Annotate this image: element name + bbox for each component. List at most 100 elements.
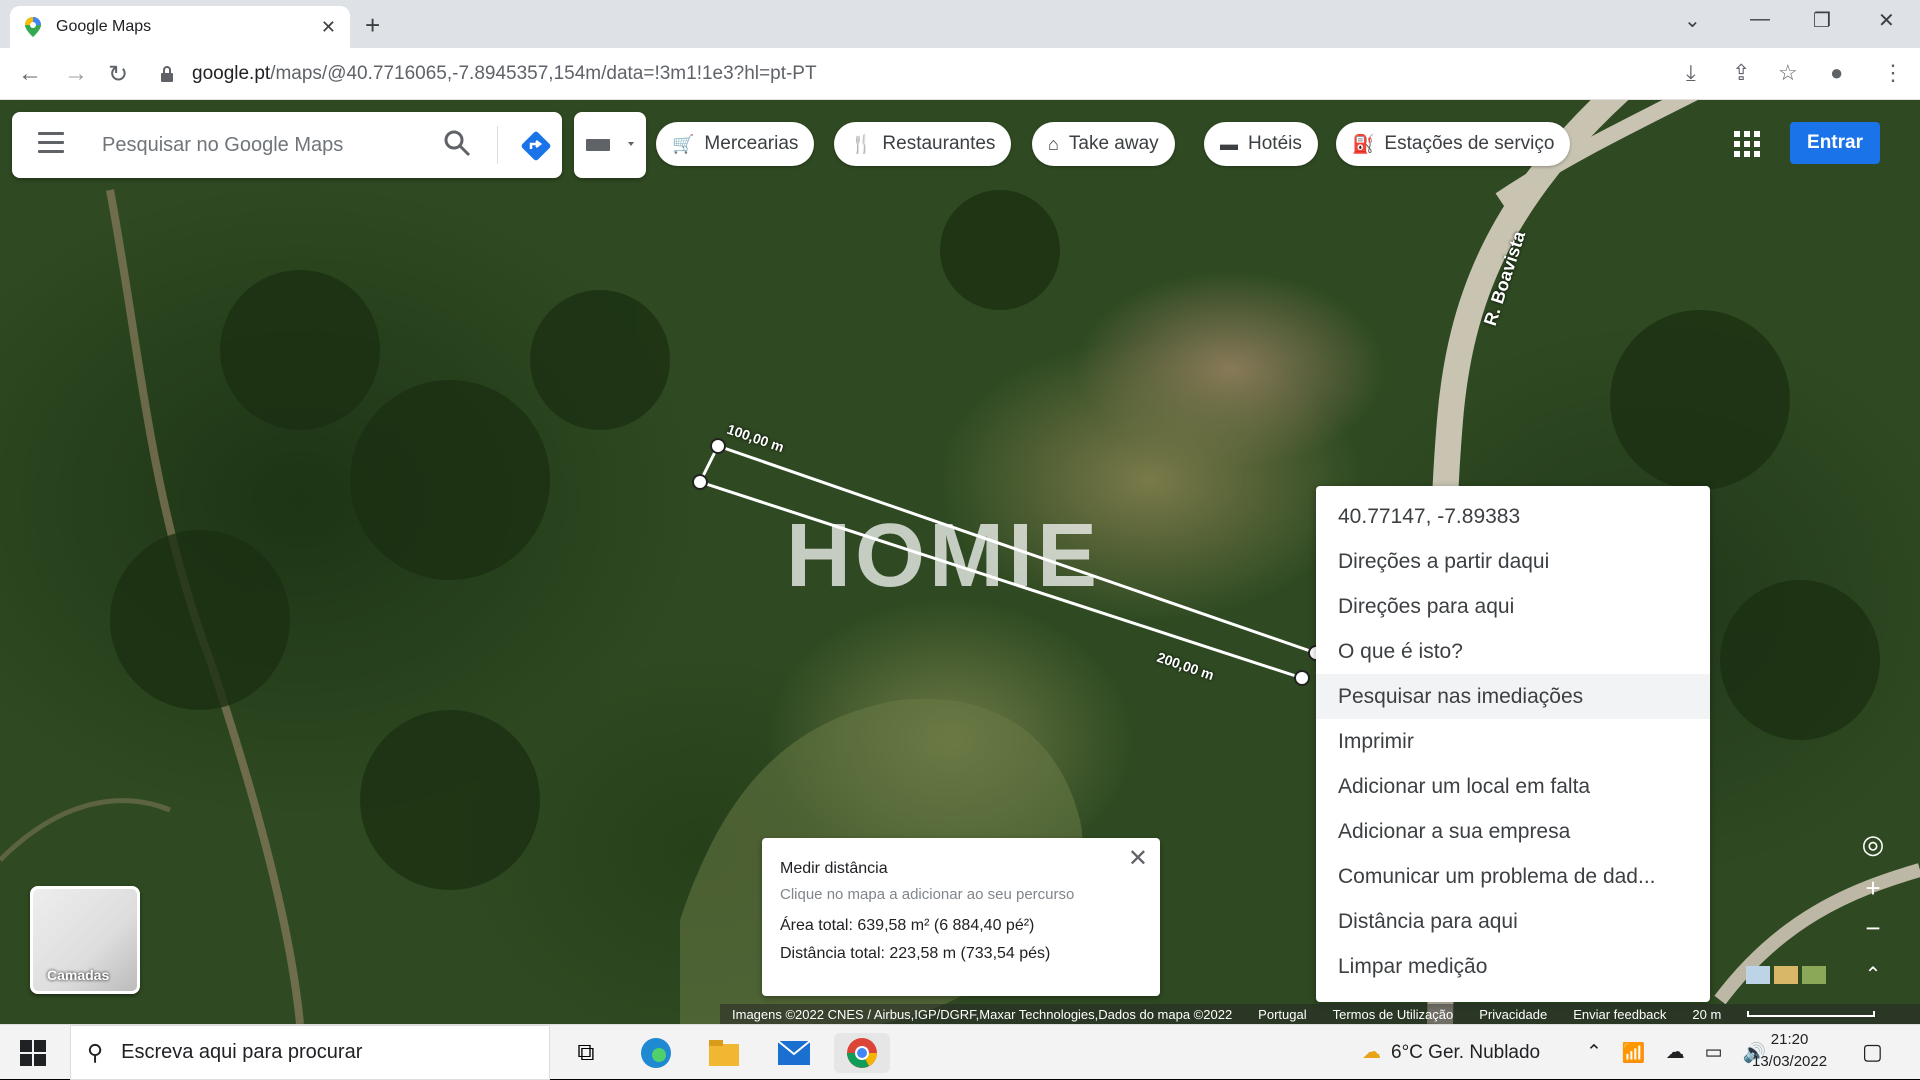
sign-in-button[interactable]: Entrar bbox=[1790, 122, 1880, 164]
layers-label: Camadas bbox=[47, 967, 110, 983]
chip-estacoes-de-servico[interactable]: ⛽ Estações de serviço bbox=[1336, 122, 1571, 166]
keyboard-icon bbox=[586, 139, 634, 151]
cutlery-icon: 🍴 bbox=[850, 133, 873, 154]
measure-distance-panel: Medir distância Clique no mapa a adicion… bbox=[762, 838, 1160, 996]
lock-icon bbox=[161, 66, 173, 82]
expand-imagery-icon[interactable]: ⌃ bbox=[1851, 956, 1895, 992]
country-link[interactable]: Portugal bbox=[1258, 1007, 1306, 1022]
google-apps-icon[interactable] bbox=[1734, 131, 1760, 157]
context-item-directions-to[interactable]: Direções para aqui bbox=[1316, 584, 1710, 629]
share-icon[interactable]: ⇪ bbox=[1732, 60, 1750, 86]
browser-toolbar: ← → ↻ google.pt/maps/@40.7716065,-7.8945… bbox=[0, 48, 1920, 100]
forward-icon[interactable]: → bbox=[64, 60, 88, 88]
context-item-print[interactable]: Imprimir bbox=[1316, 719, 1710, 764]
maps-search-box: Pesquisar no Google Maps bbox=[12, 112, 562, 178]
imagery-attribution: Imagens ©2022 CNES / Airbus,IGP/DGRF,Max… bbox=[732, 1006, 1233, 1022]
context-item-search-nearby[interactable]: Pesquisar nas imediações bbox=[1316, 674, 1710, 719]
weather-cloud-icon: ☁ bbox=[1362, 1042, 1381, 1063]
browser-tab-bar: Google Maps ✕ + ⌄ — ❐ ✕ bbox=[0, 0, 1920, 48]
chip-label: Estações de serviço bbox=[1384, 133, 1555, 154]
new-tab-icon[interactable]: + bbox=[365, 10, 380, 41]
context-item-distance-to[interactable]: Distância para aqui bbox=[1316, 899, 1710, 944]
weather-widget[interactable]: ☁ 6°C Ger. Nublado bbox=[1362, 1025, 1540, 1080]
more-menu-icon[interactable]: ⋮ bbox=[1882, 60, 1904, 86]
wifi-icon[interactable]: 📶 bbox=[1622, 1041, 1646, 1065]
task-view-icon[interactable]: ⧉ bbox=[566, 1033, 606, 1073]
takeaway-bag-icon: ⌂ bbox=[1048, 133, 1059, 154]
input-tools-button[interactable] bbox=[574, 112, 646, 178]
search-icon[interactable] bbox=[442, 128, 472, 158]
bed-icon: ▬ bbox=[1220, 133, 1238, 154]
restore-icon[interactable]: ❐ bbox=[1813, 8, 1831, 33]
system-tray: ⌃ 📶 ☁ ▭ 🔊 bbox=[1586, 1025, 1766, 1080]
cart-icon: 🛒 bbox=[672, 133, 695, 154]
chip-label: Mercearias bbox=[704, 133, 799, 154]
close-icon[interactable]: ✕ bbox=[1128, 844, 1148, 873]
search-divider bbox=[497, 126, 498, 164]
browser-tab[interactable]: Google Maps ✕ bbox=[10, 6, 350, 48]
my-location-icon[interactable]: ◎ bbox=[1851, 826, 1895, 862]
measure-title: Medir distância bbox=[780, 860, 888, 877]
search-input[interactable]: Pesquisar no Google Maps bbox=[102, 134, 343, 157]
chip-label: Hotéis bbox=[1248, 133, 1302, 154]
imagery-thumbnails[interactable] bbox=[1744, 964, 1828, 986]
battery-icon[interactable]: ▭ bbox=[1705, 1041, 1723, 1064]
chip-take-away[interactable]: ⌂ Take away bbox=[1032, 122, 1175, 166]
context-item-report-problem[interactable]: Comunicar um problema de dad... bbox=[1316, 854, 1710, 899]
chip-label: Take away bbox=[1068, 133, 1159, 154]
scale-label[interactable]: 20 m bbox=[1692, 1007, 1721, 1022]
measure-total-area: Área total: 639,58 m² (6 884,40 pé²) bbox=[780, 917, 1035, 934]
context-item-what-is-this[interactable]: O que é isto? bbox=[1316, 629, 1710, 674]
edge-icon[interactable] bbox=[636, 1033, 676, 1073]
zoom-out-icon[interactable]: − bbox=[1851, 910, 1895, 946]
chevron-up-icon[interactable]: ⌃ bbox=[1586, 1041, 1602, 1064]
tab-title: Google Maps bbox=[56, 18, 152, 35]
layers-button[interactable]: Camadas bbox=[30, 886, 140, 994]
chip-hoteis[interactable]: ▬ Hotéis bbox=[1204, 122, 1318, 166]
cloud-icon[interactable]: ☁ bbox=[1666, 1041, 1685, 1064]
scale-bar bbox=[1747, 1011, 1876, 1017]
mail-icon[interactable] bbox=[774, 1033, 814, 1073]
context-item-directions-from[interactable]: Direções a partir daqui bbox=[1316, 539, 1710, 584]
tab-search-icon[interactable]: ⌄ bbox=[1684, 8, 1701, 33]
homie-watermark: HOMIE bbox=[786, 506, 1102, 606]
measure-hint: Clique no mapa a adicionar ao seu percur… bbox=[780, 886, 1075, 903]
feedback-link[interactable]: Enviar feedback bbox=[1573, 1007, 1666, 1022]
back-icon[interactable]: ← bbox=[18, 60, 42, 88]
privacy-link[interactable]: Privacidade bbox=[1479, 1007, 1547, 1022]
url-path: /maps/@40.7716065,-7.8945357,154m/data=!… bbox=[270, 63, 817, 84]
terms-link[interactable]: Termos de Utilização bbox=[1333, 1007, 1454, 1022]
close-tab-icon[interactable]: ✕ bbox=[321, 17, 336, 38]
gas-station-icon: ⛽ bbox=[1352, 133, 1375, 154]
search-icon: ⚲ bbox=[87, 1039, 104, 1065]
minimize-icon[interactable]: — bbox=[1750, 8, 1770, 31]
taskbar-clock[interactable]: 21:20 13/03/2022 bbox=[1752, 1029, 1827, 1073]
windows-start-icon[interactable] bbox=[20, 1040, 46, 1066]
context-item-add-missing-place[interactable]: Adicionar um local em falta bbox=[1316, 764, 1710, 809]
weather-text: 6°C Ger. Nublado bbox=[1391, 1041, 1541, 1063]
taskbar-search-input[interactable]: ⚲ Escreva aqui para procurar bbox=[70, 1025, 550, 1080]
bookmark-star-icon[interactable]: ☆ bbox=[1778, 60, 1798, 86]
close-window-icon[interactable]: ✕ bbox=[1878, 8, 1895, 33]
install-app-icon[interactable]: ⤓ bbox=[1686, 60, 1696, 86]
chip-label: Restaurantes bbox=[882, 133, 996, 154]
zoom-in-icon[interactable]: + bbox=[1851, 870, 1895, 906]
directions-icon[interactable] bbox=[520, 130, 552, 162]
address-bar[interactable]: google.pt/maps/@40.7716065,-7.8945357,15… bbox=[160, 56, 1700, 92]
notifications-icon[interactable]: ▢ bbox=[1862, 1039, 1883, 1065]
windows-taskbar: ⚲ Escreva aqui para procurar ⧉ ☁ 6°C Ger… bbox=[0, 1024, 1920, 1080]
reload-icon[interactable]: ↻ bbox=[108, 60, 128, 89]
measure-total-distance: Distância total: 223,58 m (733,54 pés) bbox=[780, 945, 1051, 962]
hamburger-menu-icon[interactable] bbox=[38, 132, 64, 159]
file-explorer-icon[interactable] bbox=[704, 1033, 744, 1073]
map-context-menu: 40.77147, -7.89383 Direções a partir daq… bbox=[1316, 486, 1710, 1002]
clock-date: 13/03/2022 bbox=[1752, 1053, 1828, 1070]
context-item-add-business[interactable]: Adicionar a sua empresa bbox=[1316, 809, 1710, 854]
chip-mercearias[interactable]: 🛒 Mercearias bbox=[656, 122, 815, 166]
chip-restaurantes[interactable]: 🍴 Restaurantes bbox=[834, 122, 1012, 166]
chrome-icon[interactable] bbox=[834, 1033, 890, 1073]
google-maps-pin-icon bbox=[25, 17, 41, 37]
context-item-clear-measurement[interactable]: Limpar medição bbox=[1316, 944, 1710, 989]
profile-icon[interactable]: ● bbox=[1830, 60, 1843, 86]
context-item-coordinates[interactable]: 40.77147, -7.89383 bbox=[1316, 494, 1710, 539]
